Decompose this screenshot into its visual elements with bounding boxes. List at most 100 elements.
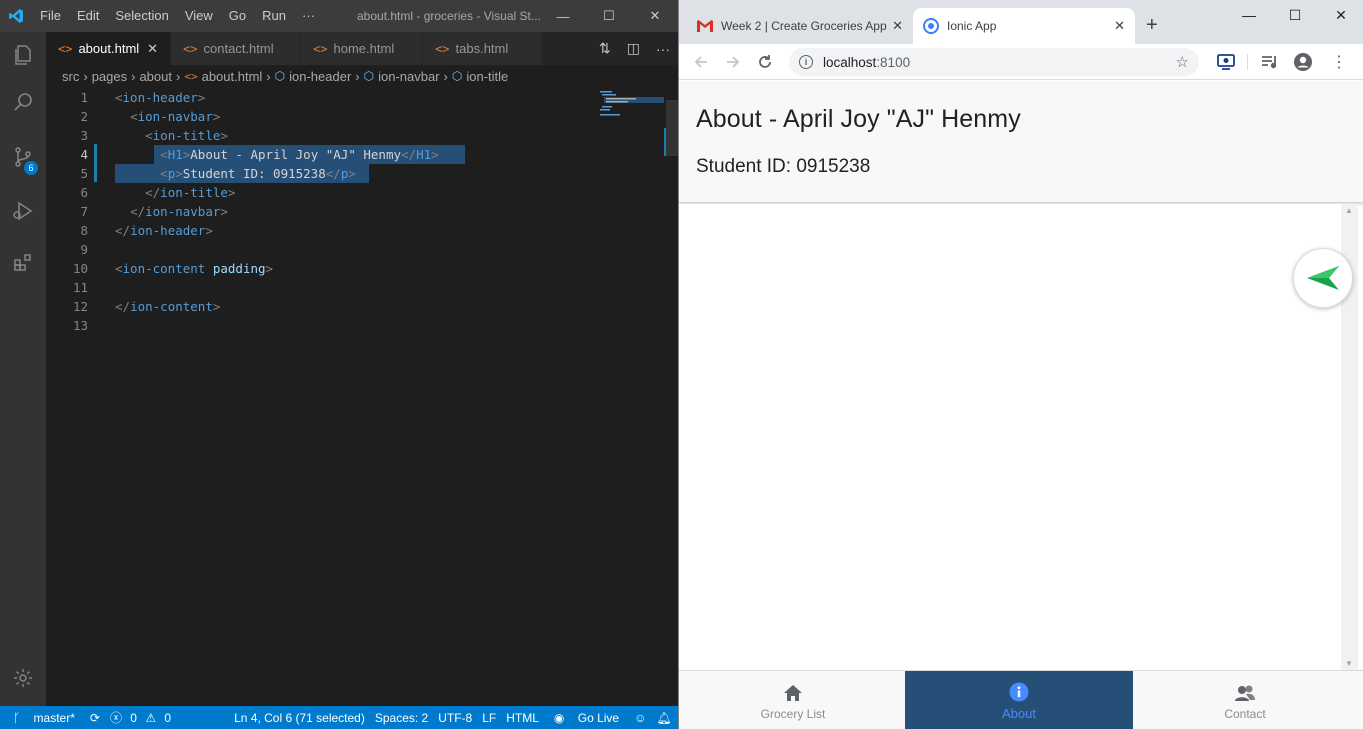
html-file-icon: <>: [313, 41, 328, 56]
feedback-icon[interactable]: ☺: [629, 711, 651, 725]
code-text: </ion-header>: [115, 223, 213, 238]
breadcrumb-item[interactable]: src: [62, 69, 79, 84]
forward-arrow-icon[interactable]: [725, 44, 741, 80]
eol-status[interactable]: LF: [477, 711, 501, 725]
line-number: 2: [80, 109, 88, 124]
menu-item[interactable]: Run: [254, 0, 294, 32]
problems-status[interactable]: ⓧ 0 ⚠ 0: [105, 709, 181, 726]
menu-item[interactable]: Edit: [69, 0, 107, 32]
back-arrow-icon[interactable]: [693, 44, 709, 80]
minimap[interactable]: [598, 89, 666, 119]
run-debug-icon[interactable]: [0, 188, 46, 234]
menu-item[interactable]: Go: [221, 0, 254, 32]
reload-icon[interactable]: [757, 44, 773, 80]
tab-label: tabs.html: [455, 41, 509, 56]
tab-close-icon[interactable]: ✕: [1114, 18, 1125, 34]
tab-about-html[interactable]: <> about.html ✕: [46, 32, 172, 65]
code-line: 12 </ion-content>: [46, 297, 666, 316]
editor-scrollbar[interactable]: [666, 100, 678, 156]
menu-item[interactable]: File: [32, 0, 69, 32]
notifications-bell-icon[interactable]: 🔔︎: [651, 711, 676, 725]
vscode-menubar: File Edit Selection View Go Run ···: [32, 0, 323, 32]
breadcrumb-item[interactable]: ion-navbar: [378, 69, 439, 84]
breadcrumb-item[interactable]: about: [139, 69, 172, 84]
url-port: :8100: [876, 54, 911, 70]
bookmark-star-icon[interactable]: ☆: [1176, 53, 1189, 71]
tab-tabs-html[interactable]: <> tabs.html: [423, 32, 544, 65]
line-number: 13: [72, 318, 88, 333]
menu-item[interactable]: Selection: [107, 0, 176, 32]
chrome-menu-icon[interactable]: ⋮: [1331, 44, 1347, 80]
tab-week2-groceries[interactable]: Week 2 | Create Groceries App ✕: [687, 8, 913, 44]
settings-gear-icon[interactable]: [0, 655, 46, 701]
branch-status[interactable]: ᚴ master*: [0, 711, 85, 725]
go-live-button[interactable]: ◉ Go Live: [544, 711, 629, 725]
tab-home-html[interactable]: <> home.html: [301, 32, 424, 65]
tab-label: Contact: [1224, 706, 1266, 721]
overview-ruler-mark: [664, 128, 666, 156]
contacts-icon: [1234, 681, 1256, 705]
search-icon[interactable]: [0, 80, 46, 126]
chrome-tabstrip: Week 2 | Create Groceries App ✕ Ionic Ap…: [679, 0, 1363, 44]
source-control-icon[interactable]: 6: [0, 134, 46, 180]
line-number: 8: [80, 223, 88, 238]
tab-ionic-app[interactable]: Ionic App ✕: [913, 8, 1135, 44]
tab-label: home.html: [333, 41, 395, 56]
code-editor[interactable]: 1 <ion-header> 2 <ion-navbar> 3 <ion-title>…: [46, 87, 666, 706]
tab-grocery-list[interactable]: Grocery List: [679, 671, 907, 729]
tab-label: About: [1002, 706, 1036, 721]
maximize-icon[interactable]: ☐: [586, 0, 632, 32]
tab-close-icon[interactable]: ✕: [892, 18, 903, 34]
tab-title: Week 2 | Create Groceries App: [721, 19, 887, 33]
site-info-icon[interactable]: i: [799, 55, 813, 69]
error-count: 0: [130, 711, 137, 725]
code-line: 13: [46, 316, 666, 335]
url-host: localhost: [823, 54, 877, 70]
media-queue-icon[interactable]: [1261, 44, 1279, 80]
extensions-icon[interactable]: [0, 240, 46, 286]
sync-icon[interactable]: ⟳: [85, 711, 105, 725]
maximize-icon[interactable]: ☐: [1272, 0, 1318, 30]
new-tab-button[interactable]: +: [1146, 14, 1158, 37]
student-id: Student ID: 0915238: [696, 156, 871, 177]
close-icon[interactable]: ✕: [632, 0, 678, 32]
address-bar[interactable]: i localhost:8100 ☆: [789, 48, 1199, 76]
chrome-toolbar: i localhost:8100 ☆ ⋮: [679, 44, 1363, 80]
cursor-position[interactable]: Ln 4, Col 6 (71 selected): [229, 711, 370, 725]
more-actions-icon[interactable]: ···: [656, 41, 670, 57]
tab-close-icon[interactable]: ✕: [147, 41, 158, 57]
floating-arrow-button[interactable]: [1293, 248, 1353, 308]
code-text: </ion-content>: [115, 299, 221, 314]
breadcrumb-item[interactable]: about.html: [202, 69, 263, 84]
code-text: <ion-navbar>: [130, 109, 221, 124]
indentation-status[interactable]: Spaces: 2: [370, 711, 433, 725]
tab-about[interactable]: About: [905, 671, 1133, 729]
explorer-icon[interactable]: [0, 32, 46, 78]
breadcrumb-item[interactable]: ion-header: [289, 69, 351, 84]
window-title: about.html - groceries - Visual St...: [357, 9, 541, 23]
tab-contact[interactable]: Contact: [1131, 671, 1359, 729]
menu-item[interactable]: View: [177, 0, 221, 32]
scm-badge: 6: [24, 161, 38, 175]
encoding-status[interactable]: UTF-8: [433, 711, 477, 725]
screencast-extension-icon[interactable]: [1217, 44, 1235, 80]
tab-contact-html[interactable]: <> contact.html: [171, 32, 302, 65]
breadcrumb-item[interactable]: pages: [92, 69, 127, 84]
language-mode[interactable]: HTML: [501, 711, 544, 725]
code-line: 5 <p>Student ID: 0915238</p>: [46, 164, 666, 183]
code-text: <p>Student ID: 0915238</p>: [160, 166, 356, 181]
minimize-icon[interactable]: —: [540, 0, 586, 32]
profile-avatar-icon[interactable]: [1293, 44, 1313, 80]
close-icon[interactable]: ✕: [1318, 0, 1363, 30]
code-line: 9: [46, 240, 666, 259]
chrome-window: Week 2 | Create Groceries App ✕ Ionic Ap…: [678, 0, 1363, 729]
breadcrumb-item[interactable]: ion-title: [466, 69, 508, 84]
compare-changes-icon[interactable]: ⇅: [599, 40, 611, 57]
scroll-down-arrow-icon[interactable]: ▼: [1345, 659, 1353, 668]
split-editor-icon[interactable]: ◫: [627, 40, 640, 57]
line-number: 1: [80, 90, 88, 105]
scroll-up-arrow-icon[interactable]: ▲: [1345, 206, 1353, 215]
minimize-icon[interactable]: —: [1226, 0, 1272, 30]
menu-item[interactable]: ···: [294, 0, 323, 32]
line-number: 11: [72, 280, 88, 295]
